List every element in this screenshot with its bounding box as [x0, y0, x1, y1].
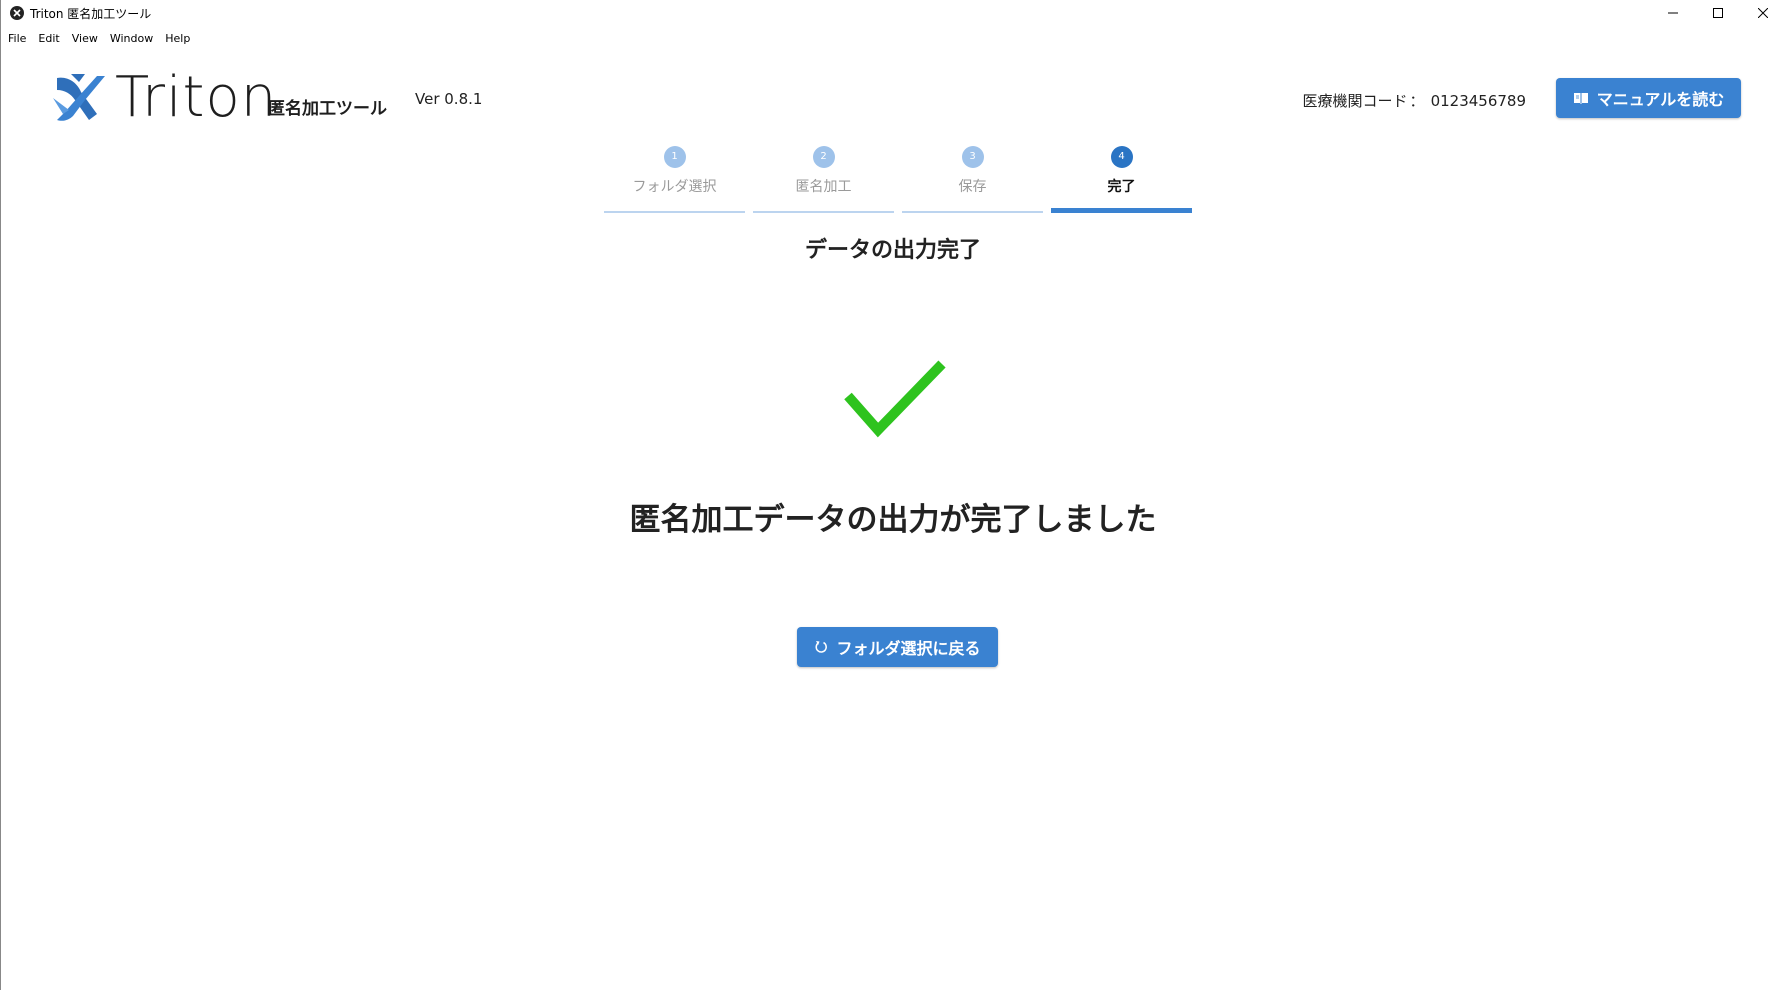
- maximize-icon: [1712, 8, 1723, 18]
- window-title: Triton 匿名加工ツール: [30, 6, 152, 21]
- step-label: 保存: [958, 179, 987, 195]
- step-number: 2: [812, 146, 835, 168]
- step-underline: [753, 211, 894, 213]
- menu-view[interactable]: View: [72, 32, 98, 45]
- app-window: Triton 匿名加工ツール File Edit View Window Hel…: [0, 0, 1785, 990]
- menu-window[interactable]: Window: [110, 32, 153, 45]
- step-number: 4: [1110, 146, 1133, 168]
- close-button[interactable]: [1740, 0, 1785, 26]
- back-to-folder-select-button[interactable]: フォルダ選択に戻る: [797, 627, 998, 667]
- minimize-icon: [1667, 12, 1678, 14]
- success-check-icon: [844, 358, 948, 444]
- institution-code-value: 0123456789: [1430, 92, 1526, 110]
- progress-stepper: 1 フォルダ選択 2 匿名加工 3 保存 4 完了: [604, 145, 1192, 213]
- read-manual-button[interactable]: マニュアルを読む: [1556, 78, 1741, 118]
- step-label: 匿名加工: [795, 179, 852, 195]
- menu-file[interactable]: File: [8, 32, 26, 45]
- menu-bar: File Edit View Window Help: [1, 28, 202, 48]
- step-folder-select[interactable]: 1 フォルダ選択: [604, 145, 745, 213]
- step-anonymize[interactable]: 2 匿名加工: [753, 145, 894, 213]
- minimize-button[interactable]: [1650, 0, 1695, 26]
- version-label: Ver 0.8.1: [415, 90, 483, 108]
- step-complete[interactable]: 4 完了: [1051, 145, 1192, 213]
- step-underline: [902, 211, 1043, 213]
- institution-code: 医療機関コード： 0123456789: [1303, 90, 1526, 111]
- step-underline: [604, 211, 745, 213]
- institution-code-separator: ：: [1409, 92, 1425, 110]
- triton-logo: Triton: [51, 70, 277, 126]
- institution-code-label: 医療機関コード: [1302, 92, 1408, 110]
- section-title: データの出力完了: [804, 238, 981, 263]
- read-manual-label: マニュアルを読む: [1596, 90, 1725, 109]
- back-button-label: フォルダ選択に戻る: [836, 639, 981, 658]
- logo-subtitle: 匿名加工ツール: [268, 99, 387, 119]
- refresh-icon: [815, 641, 828, 653]
- step-label: 完了: [1107, 179, 1136, 195]
- step-number: 3: [961, 146, 984, 168]
- step-underline: [1051, 208, 1192, 213]
- window-controls: [1650, 0, 1785, 26]
- triton-mark-icon: [53, 74, 105, 121]
- step-number: 1: [663, 146, 686, 168]
- completion-message: 匿名加工データの出力が完了しました: [629, 502, 1157, 538]
- logo-text: Triton: [115, 65, 278, 130]
- menu-edit[interactable]: Edit: [38, 32, 59, 45]
- maximize-button[interactable]: [1695, 0, 1740, 26]
- title-bar: Triton 匿名加工ツール: [1, 0, 1785, 26]
- app-header: Triton 匿名加工ツール Ver 0.8.1 医療機関コード： 0123456…: [1, 56, 1785, 146]
- book-icon: [1573, 93, 1588, 104]
- step-save[interactable]: 3 保存: [902, 145, 1043, 213]
- step-label: フォルダ選択: [632, 179, 717, 195]
- close-icon: [1757, 8, 1768, 18]
- menu-help[interactable]: Help: [165, 32, 190, 45]
- app-logo-icon: [10, 6, 24, 20]
